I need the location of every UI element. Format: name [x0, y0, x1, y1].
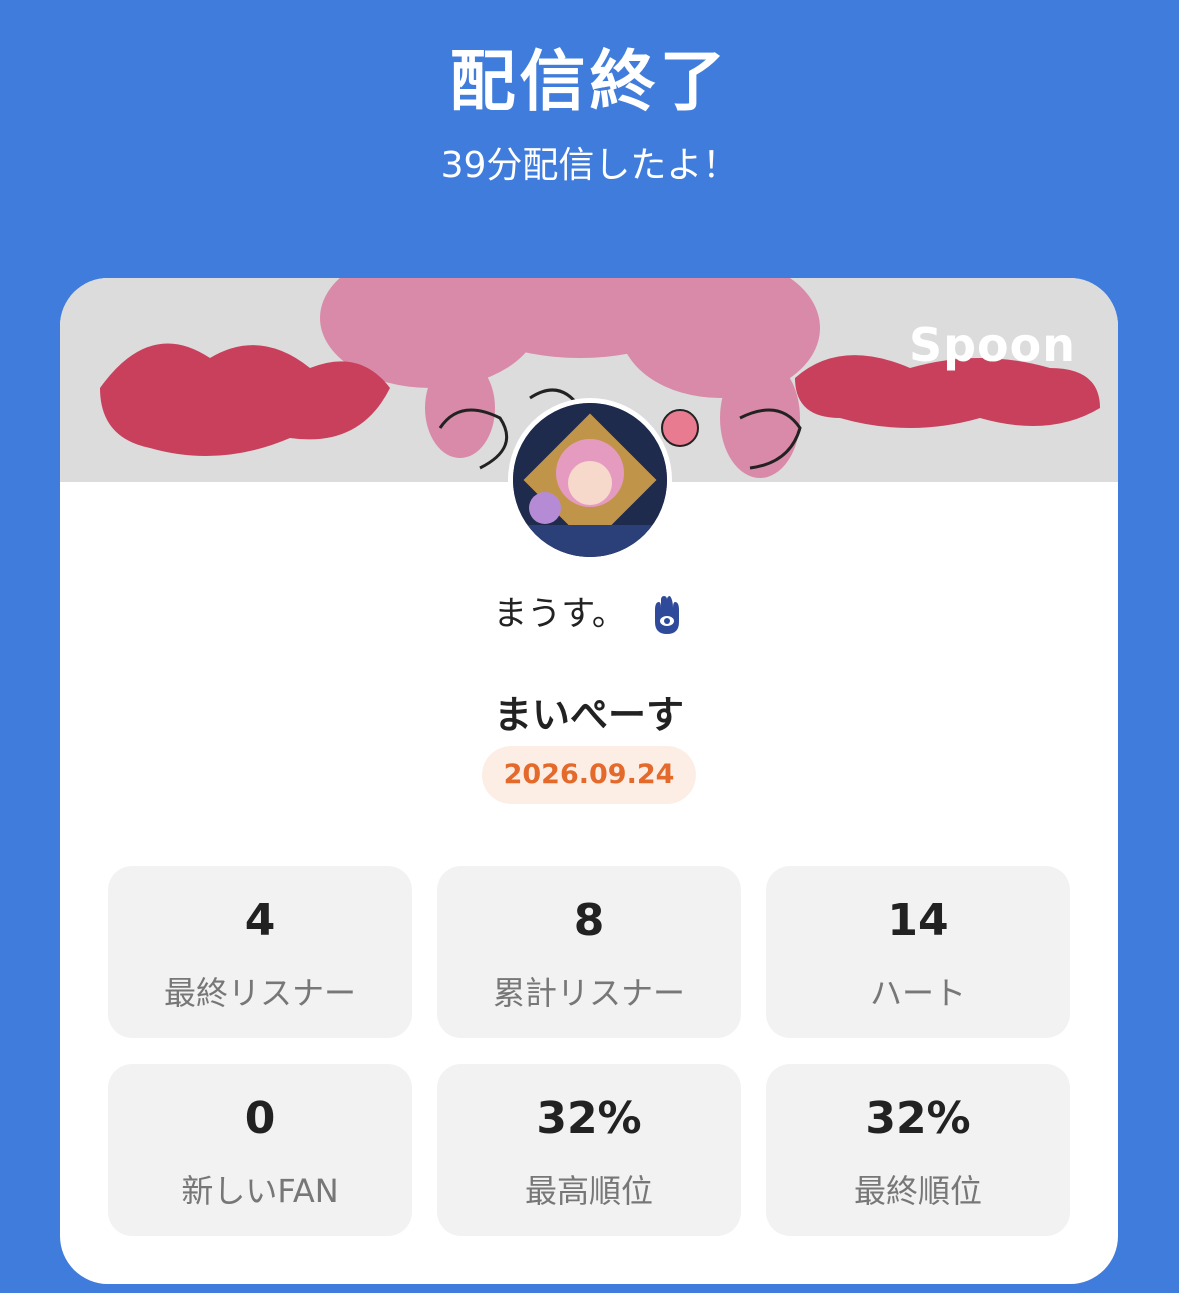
broadcast-summary-card: Spoon まうす。 まいぺーす 2026.09.24 4 最終リスナー 8 累…	[60, 278, 1118, 1284]
stat-label: 最高順位	[524, 1172, 653, 1210]
stat-total-listeners: 8 累計リスナー	[437, 866, 741, 1038]
stats-grid: 4 最終リスナー 8 累計リスナー 14 ハート 0 新しいFAN 32% 最高…	[108, 866, 1070, 1236]
user-nickname: まうす。	[60, 586, 1118, 636]
stat-value: 32%	[536, 1093, 642, 1144]
stat-highest-rank: 32% 最高順位	[437, 1064, 741, 1236]
stat-value: 14	[887, 895, 949, 946]
stat-value: 8	[573, 895, 605, 946]
page-title: 配信終了	[449, 43, 730, 120]
nickname-text: まうす。	[493, 594, 626, 634]
live-title: まいぺーす	[493, 693, 684, 737]
stat-label: 累計リスナー	[492, 974, 685, 1012]
broadcast-date-badge: 2026.09.24	[482, 746, 696, 804]
stat-value: 4	[244, 895, 276, 946]
avatar-image	[513, 403, 667, 557]
stat-label: 新しいFAN	[181, 1172, 339, 1210]
spoon-logo: Spoon	[908, 318, 1076, 372]
stat-label: ハート	[869, 974, 966, 1012]
stat-final-listeners: 4 最終リスナー	[108, 866, 412, 1038]
stat-final-rank: 32% 最終順位	[766, 1064, 1070, 1236]
stat-label: 最終順位	[853, 1172, 982, 1210]
stat-value: 0	[244, 1093, 276, 1144]
avatar[interactable]	[508, 398, 672, 562]
broadcast-duration-text: 39分配信したよ！	[440, 145, 739, 186]
stat-new-fans: 0 新しいFAN	[108, 1064, 412, 1236]
stat-hearts: 14 ハート	[766, 866, 1070, 1038]
hamsa-hand-icon	[654, 595, 679, 634]
stat-label: 最終リスナー	[163, 974, 356, 1012]
stat-value: 32%	[865, 1093, 971, 1144]
